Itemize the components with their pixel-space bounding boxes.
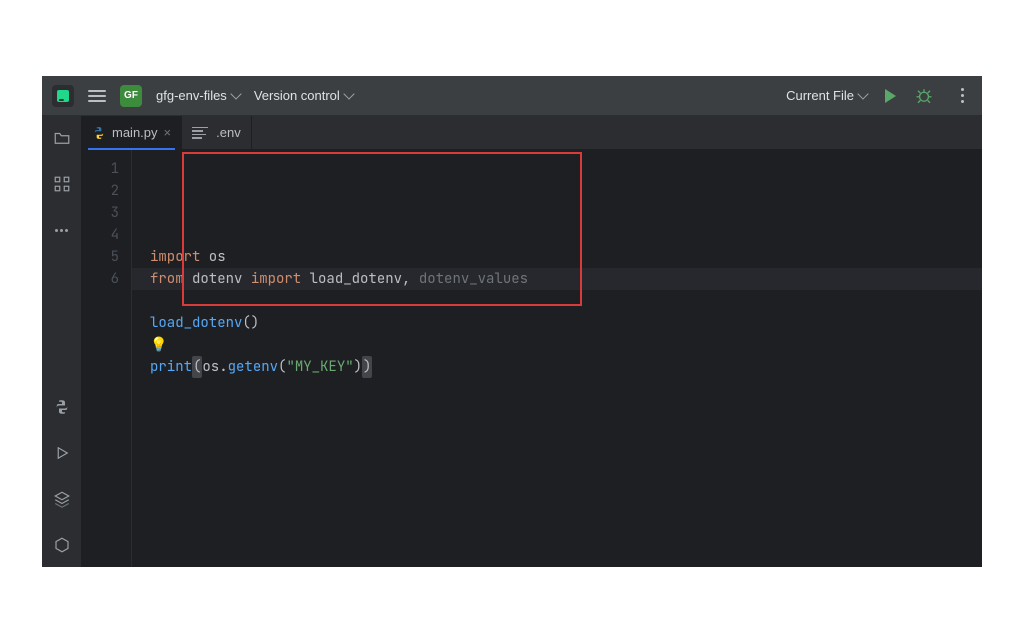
code-editor[interactable]: 123456 import osfrom dotenv import load_… — [82, 150, 982, 567]
chevron-down-icon — [343, 88, 354, 99]
code-token: dotenv_values — [419, 268, 528, 290]
text-file-icon — [192, 127, 208, 139]
main-toolbar: GF gfg-env-files Version control Current… — [42, 76, 982, 116]
code-token: os — [200, 246, 225, 268]
code-token: print — [150, 356, 192, 378]
run-tool-button[interactable] — [50, 441, 74, 465]
ide-window: GF gfg-env-files Version control Current… — [42, 76, 982, 567]
code-token: load_dotenv — [301, 268, 402, 290]
chevron-down-icon — [230, 88, 241, 99]
code-token: getenv — [228, 356, 278, 378]
vcs-selector[interactable]: Version control — [254, 88, 353, 103]
code-area[interactable]: import osfrom dotenv import load_dotenv,… — [132, 150, 982, 567]
close-tab-icon[interactable]: × — [164, 125, 172, 140]
pycharm-logo-icon — [55, 88, 71, 104]
project-selector[interactable]: gfg-env-files — [156, 88, 240, 103]
debug-button[interactable] — [914, 87, 934, 105]
code-line[interactable] — [150, 290, 982, 312]
code-token: import — [150, 246, 200, 268]
vcs-label: Version control — [254, 88, 340, 103]
editor-tab[interactable]: main.py × — [82, 116, 182, 149]
services-tool-button[interactable] — [50, 533, 74, 557]
layers-icon — [53, 490, 71, 508]
project-badge: GF — [120, 85, 142, 107]
code-line[interactable]: import os — [150, 246, 982, 268]
left-tool-stripe — [42, 116, 82, 567]
python-console-button[interactable] — [50, 395, 74, 419]
code-token: os — [202, 356, 219, 378]
code-line[interactable]: 💡 — [150, 334, 982, 356]
code-token: ) — [354, 356, 362, 378]
code-token: ) — [362, 356, 372, 378]
code-token: , — [402, 268, 419, 290]
bug-icon — [915, 87, 933, 105]
python-icon — [53, 398, 71, 416]
code-line[interactable]: from dotenv import load_dotenv, dotenv_v… — [150, 268, 982, 290]
code-line[interactable]: print(os.getenv("MY_KEY")) — [150, 356, 982, 378]
tab-label: .env — [216, 125, 241, 140]
editor-area: main.py×.env 123456 import osfrom dotenv… — [82, 116, 982, 567]
project-tool-button[interactable] — [50, 126, 74, 150]
hexagon-icon — [53, 536, 71, 554]
code-token: from — [150, 268, 184, 290]
play-outline-icon — [53, 444, 71, 462]
code-token: import — [251, 268, 301, 290]
project-name-label: gfg-env-files — [156, 88, 227, 103]
more-tools-button[interactable] — [50, 218, 74, 242]
main-menu-button[interactable] — [88, 90, 106, 102]
python-file-icon — [92, 126, 106, 140]
chevron-down-icon — [857, 88, 868, 99]
structure-icon — [53, 175, 71, 193]
gutter: 123456 — [82, 150, 132, 567]
editor-tab[interactable]: .env — [182, 116, 252, 149]
code-token: . — [219, 356, 227, 378]
structure-tool-button[interactable] — [50, 172, 74, 196]
intention-bulb-icon[interactable]: 💡 — [150, 334, 167, 356]
editor-tabs: main.py × .env — [82, 116, 982, 150]
tab-label: main.py — [112, 125, 158, 140]
code-token: load_dotenv — [150, 312, 242, 334]
code-line[interactable]: load_dotenv() — [150, 312, 982, 334]
run-config-selector[interactable]: Current File — [786, 88, 867, 103]
toolbar-left: GF gfg-env-files Version control — [52, 85, 353, 107]
code-token: ( — [192, 356, 202, 378]
toolbar-right: Current File — [786, 87, 972, 105]
more-actions-button[interactable] — [952, 88, 972, 103]
code-token: dotenv — [184, 268, 251, 290]
folder-icon — [53, 129, 71, 147]
layers-tool-button[interactable] — [50, 487, 74, 511]
code-token: ( — [278, 356, 286, 378]
app-logo-icon[interactable] — [52, 85, 74, 107]
code-token: "MY_KEY" — [286, 356, 353, 378]
run-button[interactable] — [885, 89, 896, 103]
ide-body: main.py×.env 123456 import osfrom dotenv… — [42, 116, 982, 567]
code-token: () — [242, 312, 259, 334]
run-config-label: Current File — [786, 88, 854, 103]
